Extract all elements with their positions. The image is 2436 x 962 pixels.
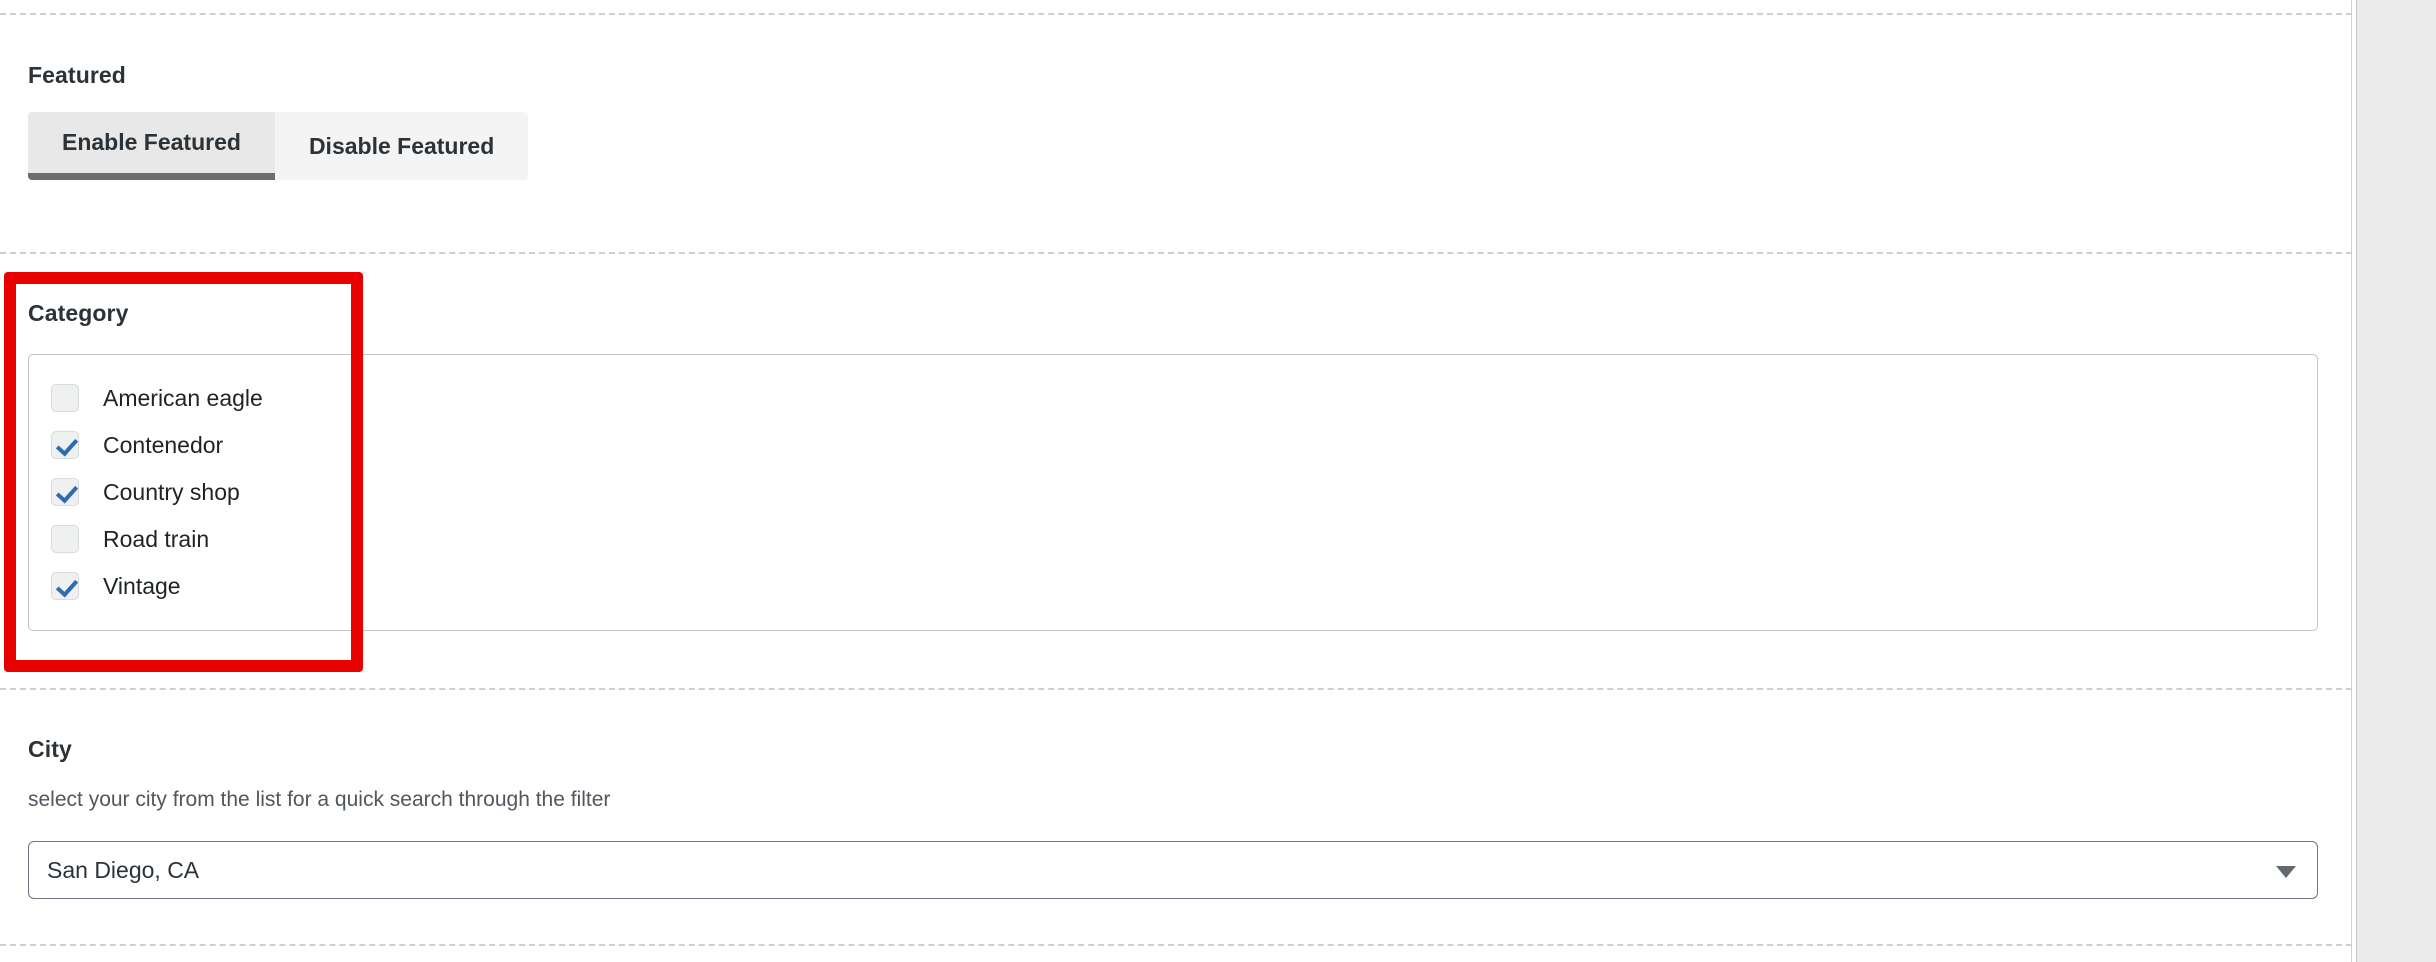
checkbox-american-eagle[interactable] bbox=[51, 384, 79, 413]
city-select[interactable]: San Diego, CA bbox=[28, 840, 2318, 899]
city-select-wrapper: San Diego, CA bbox=[28, 840, 2318, 899]
disable-featured-button[interactable]: Disable Featured bbox=[274, 111, 529, 180]
category-item-vintage[interactable]: Vintage bbox=[29, 563, 2317, 610]
category-item-label: Road train bbox=[103, 525, 210, 552]
category-item-american-eagle[interactable]: American eagle bbox=[29, 375, 2317, 422]
section-divider-category-city bbox=[0, 688, 2352, 690]
featured-toggle-group[interactable]: Enable Featured Disable Featured bbox=[28, 111, 529, 180]
category-item-label: Vintage bbox=[103, 572, 181, 599]
category-item-label: Country shop bbox=[103, 478, 240, 505]
category-item-contenedor[interactable]: Contenedor bbox=[29, 422, 2317, 469]
right-side-gutter bbox=[2356, 0, 2436, 962]
featured-field-group: Featured Enable Featured Disable Feature… bbox=[28, 62, 2328, 180]
checkbox-country-shop[interactable] bbox=[51, 478, 79, 507]
city-label: City bbox=[28, 736, 72, 762]
category-item-road-train[interactable]: Road train bbox=[29, 516, 2317, 563]
checkbox-contenedor[interactable] bbox=[51, 431, 79, 460]
category-item-label: Contenedor bbox=[103, 431, 224, 458]
checkbox-vintage[interactable] bbox=[51, 572, 79, 601]
settings-form-panel: Featured Enable Featured Disable Feature… bbox=[0, 0, 2352, 962]
category-field-group: Category American eagle Contenedor Count… bbox=[28, 300, 2318, 631]
city-help-text: select your city from the list for a qui… bbox=[28, 787, 611, 811]
featured-label: Featured bbox=[28, 62, 126, 88]
enable-featured-button[interactable]: Enable Featured bbox=[28, 111, 275, 180]
city-field-group: City select your city from the list for … bbox=[28, 736, 2318, 899]
category-label: Category bbox=[28, 300, 129, 326]
category-checkbox-list: American eagle Contenedor Country shop R… bbox=[28, 353, 2318, 631]
checkbox-road-train[interactable] bbox=[51, 525, 79, 554]
section-divider-bottom bbox=[0, 944, 2352, 946]
category-item-country-shop[interactable]: Country shop bbox=[29, 469, 2317, 516]
section-divider-top bbox=[0, 13, 2352, 15]
section-divider-featured-category bbox=[0, 252, 2352, 254]
category-item-label: American eagle bbox=[103, 384, 263, 411]
